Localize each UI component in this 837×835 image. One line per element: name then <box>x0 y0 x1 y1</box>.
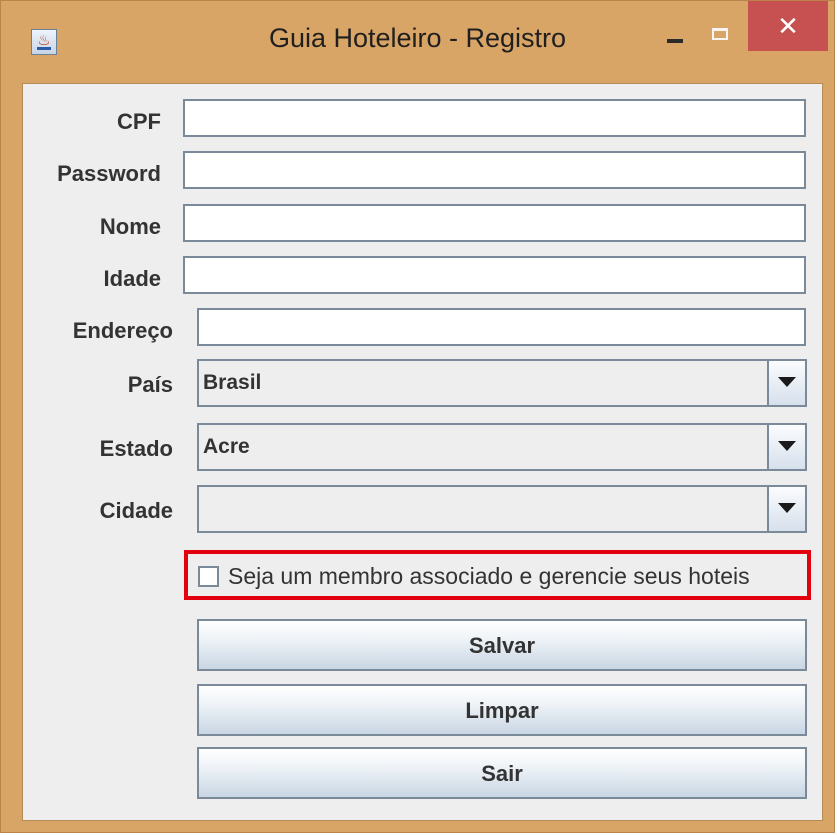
estado-label: Estado <box>99 436 173 461</box>
cidade-select[interactable] <box>197 485 807 533</box>
pais-label: País <box>127 372 173 397</box>
chevron-down-icon <box>778 441 796 451</box>
exit-button[interactable]: Sair <box>197 747 807 799</box>
pais-select-value: Brasil <box>203 371 262 394</box>
endereco-field[interactable] <box>197 308 806 346</box>
password-label: Password <box>57 161 161 186</box>
cidade-dropdown-button[interactable] <box>767 487 805 531</box>
nome-label: Nome <box>99 214 161 239</box>
chevron-down-icon <box>778 377 796 387</box>
member-checkbox[interactable] <box>198 566 219 587</box>
java-cup-icon: ♨ <box>31 29 57 55</box>
clear-button[interactable]: Limpar <box>197 684 807 736</box>
member-checkbox-label[interactable]: Seja um membro associado e gerencie seus… <box>228 561 750 591</box>
title-bar[interactable]: ♨ Guia Hoteleiro - Registro ✕ <box>1 1 834 83</box>
estado-select[interactable]: Acre <box>197 423 807 471</box>
minimize-icon <box>667 39 683 43</box>
cpf-field[interactable] <box>183 99 806 137</box>
estado-dropdown-button[interactable] <box>767 425 805 469</box>
minimize-button[interactable] <box>657 23 697 53</box>
password-field[interactable] <box>183 151 806 189</box>
endereco-label: Endereço <box>72 318 173 343</box>
idade-field[interactable] <box>183 256 806 294</box>
maximize-button[interactable] <box>701 23 741 53</box>
cpf-label: CPF <box>117 109 161 134</box>
window-title: Guia Hoteleiro - Registro <box>268 23 567 53</box>
cidade-label: Cidade <box>99 498 173 523</box>
close-icon: ✕ <box>777 11 799 41</box>
close-button[interactable]: ✕ <box>748 1 828 51</box>
pais-select[interactable]: Brasil <box>197 359 807 407</box>
pais-dropdown-button[interactable] <box>767 361 805 405</box>
nome-field[interactable] <box>183 204 806 242</box>
idade-label: Idade <box>103 266 161 291</box>
maximize-icon <box>712 28 728 40</box>
save-button[interactable]: Salvar <box>197 619 807 671</box>
cidade-select-value <box>203 487 765 531</box>
window-frame: ♨ Guia Hoteleiro - Registro ✕ CPF Passwo… <box>0 0 835 833</box>
chevron-down-icon <box>778 503 796 513</box>
estado-select-value: Acre <box>203 435 250 458</box>
